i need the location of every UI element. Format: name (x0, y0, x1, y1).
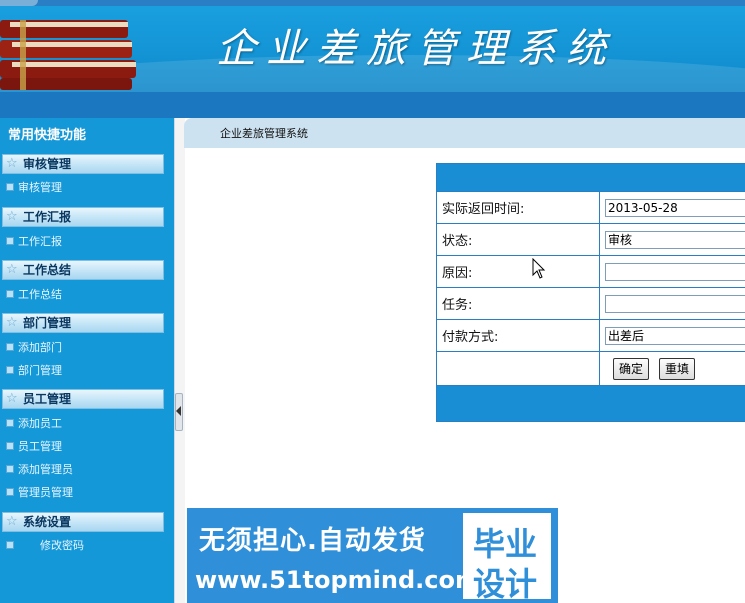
sidebar-item-work-summary[interactable]: 工作总结 (6, 287, 62, 303)
payment-method-input[interactable] (605, 326, 745, 345)
watermark-badge: 毕业 设计 (463, 513, 551, 603)
sidebar-item-admin-management[interactable]: 管理员管理 (6, 485, 73, 501)
bullet-icon (6, 419, 14, 427)
actual-return-time-input[interactable] (605, 198, 745, 217)
group-label: 员工管理 (23, 392, 72, 406)
star-icon: ☆ (6, 514, 18, 529)
field-label: 付款方式: (436, 319, 600, 352)
collapse-sidebar-button[interactable] (175, 393, 183, 431)
watermark-url: www.51topmind.com (195, 566, 480, 594)
bullet-icon (6, 366, 14, 374)
field-label: 实际返回时间: (436, 191, 600, 224)
watermark-banner: 无须担心.自动发货 www.51topmind.com 毕业 设计 (187, 508, 558, 603)
bullet-icon (6, 465, 14, 473)
header-top-strip (0, 0, 745, 6)
group-label: 系统设置 (23, 515, 72, 529)
sidebar-title: 常用快捷功能 (8, 128, 87, 143)
status-input[interactable] (605, 230, 745, 249)
group-label: 审核管理 (23, 157, 72, 171)
breadcrumb: 企业差旅管理系统 (220, 127, 308, 140)
watermark-slogan: 无须担心.自动发货 (199, 526, 426, 556)
bullet-icon (6, 290, 14, 298)
sidebar-splitter[interactable] (174, 118, 185, 603)
form-footer-row (436, 385, 745, 422)
group-work-report[interactable]: ☆ 工作汇报 (2, 207, 164, 227)
sidebar-item-department-management[interactable]: 部门管理 (6, 363, 62, 379)
sidebar-item-work-report[interactable]: 工作汇报 (6, 234, 62, 250)
group-audit-management[interactable]: ☆ 审核管理 (2, 154, 164, 174)
form-header-row (436, 163, 745, 192)
chevron-left-icon (176, 406, 181, 416)
group-label: 工作汇报 (23, 210, 72, 224)
form-row-status: 状态: (436, 223, 745, 256)
star-icon: ☆ (6, 315, 18, 330)
bullet-icon (6, 488, 14, 496)
star-icon: ☆ (6, 209, 18, 224)
form-row-actual-return-time: 实际返回时间: (436, 191, 745, 224)
group-employee-management[interactable]: ☆ 员工管理 (2, 389, 164, 409)
edit-form-table: 实际返回时间: 状态: 原因: 任务: 付款方式: 确定重填 (436, 163, 745, 422)
bullet-icon (6, 442, 14, 450)
star-icon: ☆ (6, 262, 18, 277)
sidebar-item-audit-management[interactable]: 审核管理 (6, 180, 62, 196)
sidebar: 常用快捷功能 ☆ 审核管理 审核管理 ☆ 工作汇报 工作汇报 ☆ 工作总结 工作… (0, 118, 174, 603)
star-icon: ☆ (6, 391, 18, 406)
group-label: 部门管理 (23, 316, 72, 330)
star-icon: ☆ (6, 156, 18, 171)
group-label: 工作总结 (23, 263, 72, 277)
bullet-icon (6, 237, 14, 245)
app-header: 企业差旅管理系统 (0, 0, 745, 92)
breadcrumb-bar: 企业差旅管理系统 (184, 118, 745, 148)
form-row-task: 任务: (436, 287, 745, 320)
field-label: 状态: (436, 223, 600, 256)
group-system-settings[interactable]: ☆ 系统设置 (2, 512, 164, 532)
books-logo-icon (0, 20, 136, 90)
header-nav-bar (0, 92, 745, 118)
bullet-icon (6, 183, 14, 191)
field-label: 原因: (436, 255, 600, 288)
reason-input[interactable] (605, 262, 745, 281)
header-top-tab (0, 0, 38, 6)
bullet-icon (6, 343, 14, 351)
field-label: 任务: (436, 287, 600, 320)
sidebar-item-add-employee[interactable]: 添加员工 (6, 416, 62, 432)
mouse-cursor-icon (532, 258, 546, 279)
reset-button[interactable]: 重填 (659, 357, 696, 380)
sidebar-item-add-department[interactable]: 添加部门 (6, 340, 62, 356)
group-department-management[interactable]: ☆ 部门管理 (2, 313, 164, 333)
task-input[interactable] (605, 294, 745, 313)
submit-button[interactable]: 确定 (613, 357, 650, 380)
bullet-icon (6, 541, 14, 549)
group-work-summary[interactable]: ☆ 工作总结 (2, 260, 164, 280)
form-row-reason: 原因: (436, 255, 745, 288)
sidebar-item-add-admin[interactable]: 添加管理员 (6, 462, 73, 478)
watermark-badge-bottom: 设计 (473, 565, 538, 603)
system-title: 企业差旅管理系统 (216, 26, 616, 72)
sidebar-item-employee-management[interactable]: 员工管理 (6, 439, 62, 455)
form-row-payment-method: 付款方式: (436, 319, 745, 352)
form-row-buttons: 确定 重填 (436, 351, 745, 386)
sidebar-item-change-password[interactable]: 修改密码 (6, 538, 84, 554)
